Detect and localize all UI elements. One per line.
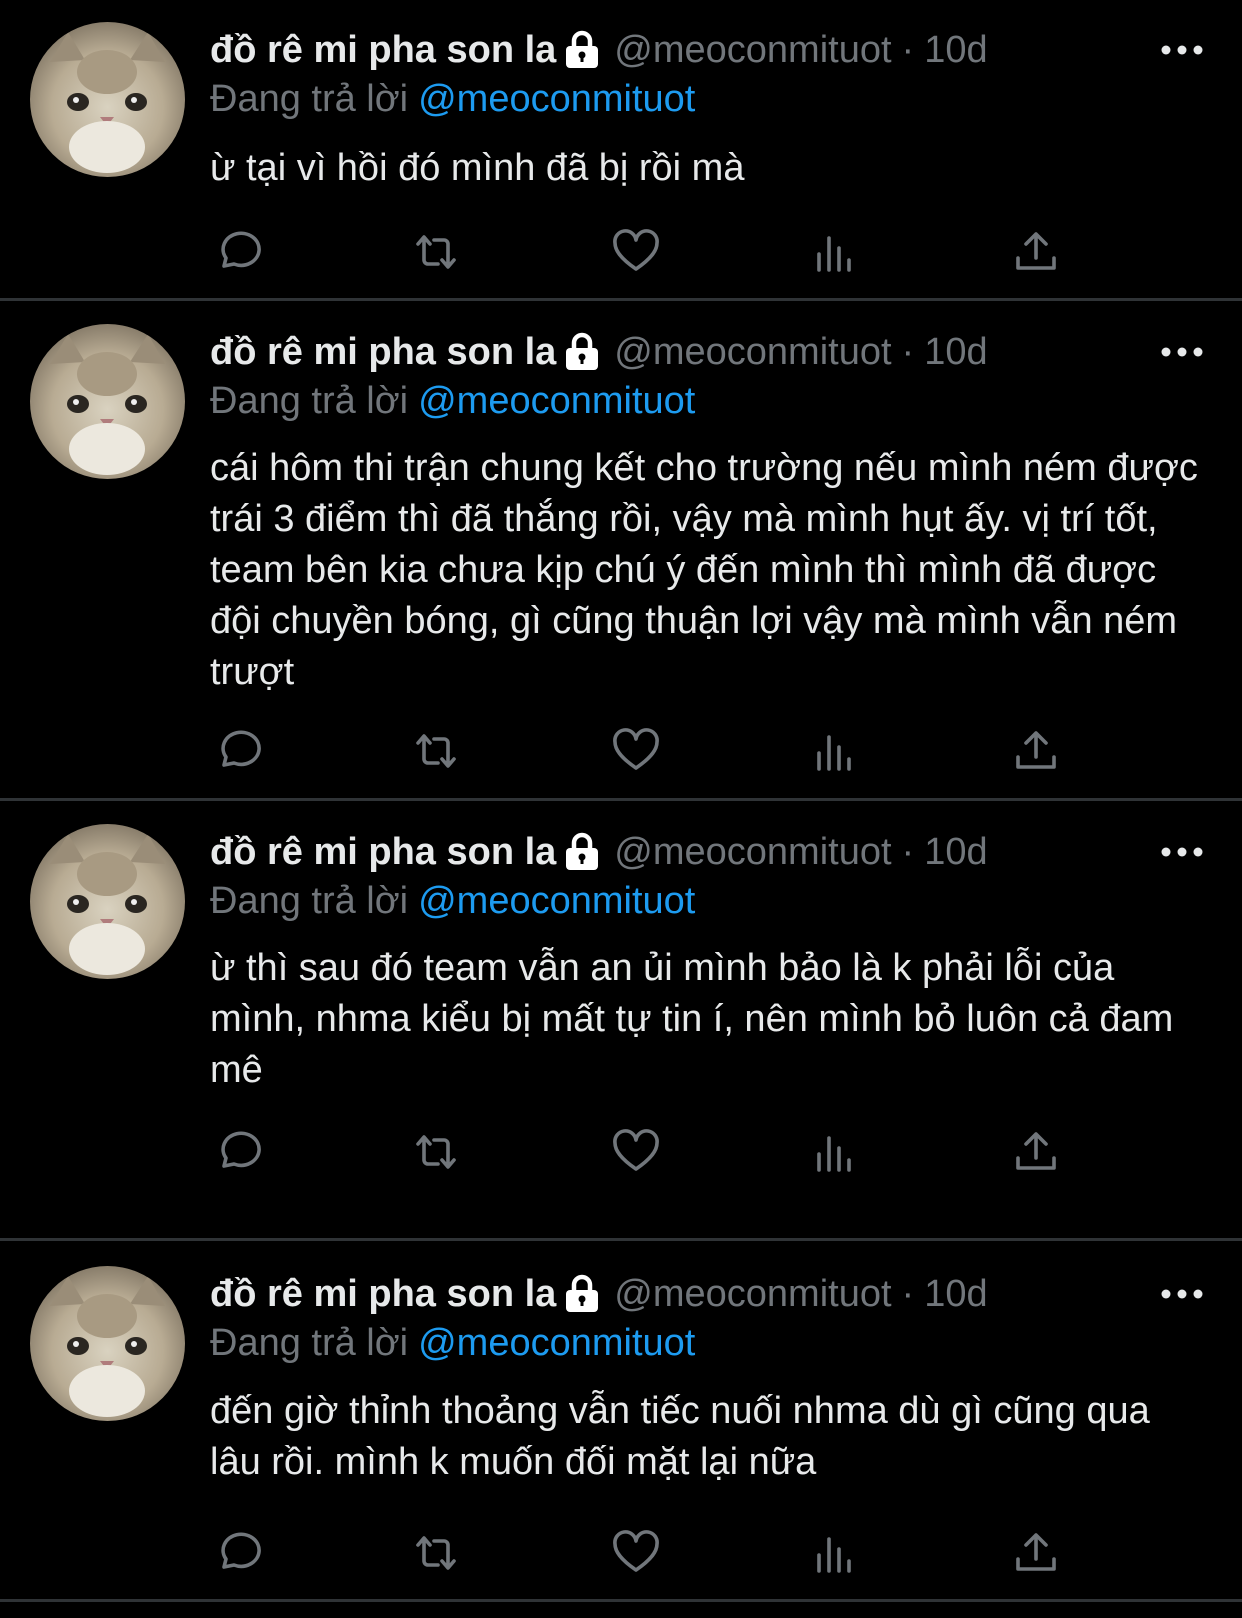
heart-icon[interactable] (610, 725, 662, 777)
action-bar (210, 226, 1090, 278)
avatar[interactable] (30, 1266, 185, 1421)
replying-to: Đang trả lời @meoconmituot (210, 380, 695, 423)
tweet-header: đồ rê mi pha son la @meoconmituot · 10d (210, 324, 1182, 380)
tweet-text: ừ tại vì hồi đó mình đã bị rồi mà (210, 147, 745, 189)
retweet-icon[interactable] (410, 1527, 462, 1579)
share-icon[interactable] (1010, 1126, 1062, 1178)
reply-icon[interactable] (210, 1527, 262, 1579)
divider (0, 1599, 1242, 1602)
tweet-text: cái hôm thi trận chung kết cho trường nế… (210, 447, 1198, 693)
display-name[interactable]: đồ rê mi pha son la (210, 1273, 556, 1316)
separator-dot: · (901, 830, 915, 873)
tweet[interactable]: đồ rê mi pha son la @meoconmituot · 10d … (0, 301, 1242, 798)
separator-dot: · (901, 28, 915, 71)
views-icon[interactable] (810, 1126, 862, 1178)
lock-icon (564, 30, 600, 70)
avatar[interactable] (30, 22, 185, 177)
retweet-icon[interactable] (410, 725, 462, 777)
share-icon[interactable] (1010, 725, 1062, 777)
heart-icon[interactable] (610, 1126, 662, 1178)
views-icon[interactable] (810, 226, 862, 278)
lock-icon (564, 1274, 600, 1314)
tweet[interactable]: đồ rê mi pha son la @meoconmituot · 10d … (0, 801, 1242, 1198)
action-bar (210, 1126, 1090, 1178)
lock-icon (564, 332, 600, 372)
tweet-header: đồ rê mi pha son la @meoconmituot · 10d (210, 22, 1182, 78)
more-icon[interactable] (1160, 1284, 1204, 1304)
avatar[interactable] (30, 824, 185, 979)
heart-icon[interactable] (610, 1527, 662, 1579)
timestamp[interactable]: 10d (924, 29, 987, 72)
heart-icon[interactable] (610, 226, 662, 278)
views-icon[interactable] (810, 725, 862, 777)
tweet-text: ừ thì sau đó team vẫn an ủi mình bảo là … (210, 947, 1174, 1091)
share-icon[interactable] (1010, 1527, 1062, 1579)
reply-prefix: Đang trả lời (210, 1322, 409, 1364)
more-icon[interactable] (1160, 842, 1204, 862)
tweet-header: đồ rê mi pha son la @meoconmituot · 10d (210, 1266, 1182, 1322)
handle[interactable]: @meoconmituot (614, 29, 891, 72)
timestamp[interactable]: 10d (924, 1273, 987, 1316)
tweet-header: đồ rê mi pha son la @meoconmituot · 10d (210, 824, 1182, 880)
reply-mention-link[interactable]: @meoconmituot (418, 880, 695, 922)
tweet-text: đến giờ thỉnh thoảng vẫn tiếc nuối nhma … (210, 1390, 1150, 1483)
reply-prefix: Đang trả lời (210, 78, 409, 120)
retweet-icon[interactable] (410, 226, 462, 278)
display-name[interactable]: đồ rê mi pha son la (210, 831, 556, 874)
more-icon[interactable] (1160, 342, 1204, 362)
display-name[interactable]: đồ rê mi pha son la (210, 331, 556, 374)
action-bar (210, 725, 1090, 777)
timestamp[interactable]: 10d (924, 831, 987, 874)
reply-mention-link[interactable]: @meoconmituot (418, 1322, 695, 1364)
tweet[interactable]: đồ rê mi pha son la @meoconmituot · 10d … (0, 1241, 1242, 1599)
replying-to: Đang trả lời @meoconmituot (210, 1322, 695, 1365)
retweet-icon[interactable] (410, 1126, 462, 1178)
reply-icon[interactable] (210, 725, 262, 777)
lock-icon (564, 832, 600, 872)
tweet[interactable]: đồ rê mi pha son la @meoconmituot · 10d … (0, 0, 1242, 298)
separator-dot: · (901, 330, 915, 373)
more-icon[interactable] (1160, 40, 1204, 60)
replying-to: Đang trả lời @meoconmituot (210, 880, 695, 923)
reply-prefix: Đang trả lời (210, 380, 409, 422)
handle[interactable]: @meoconmituot (614, 331, 891, 374)
reply-icon[interactable] (210, 1126, 262, 1178)
timestamp[interactable]: 10d (924, 331, 987, 374)
display-name[interactable]: đồ rê mi pha son la (210, 29, 556, 72)
reply-mention-link[interactable]: @meoconmituot (418, 380, 695, 422)
replying-to: Đang trả lời @meoconmituot (210, 78, 695, 121)
avatar[interactable] (30, 324, 185, 479)
reply-icon[interactable] (210, 226, 262, 278)
handle[interactable]: @meoconmituot (614, 1273, 891, 1316)
separator-dot: · (901, 1272, 915, 1315)
handle[interactable]: @meoconmituot (614, 831, 891, 874)
action-bar (210, 1527, 1090, 1579)
reply-mention-link[interactable]: @meoconmituot (418, 78, 695, 120)
reply-prefix: Đang trả lời (210, 880, 409, 922)
views-icon[interactable] (810, 1527, 862, 1579)
share-icon[interactable] (1010, 226, 1062, 278)
